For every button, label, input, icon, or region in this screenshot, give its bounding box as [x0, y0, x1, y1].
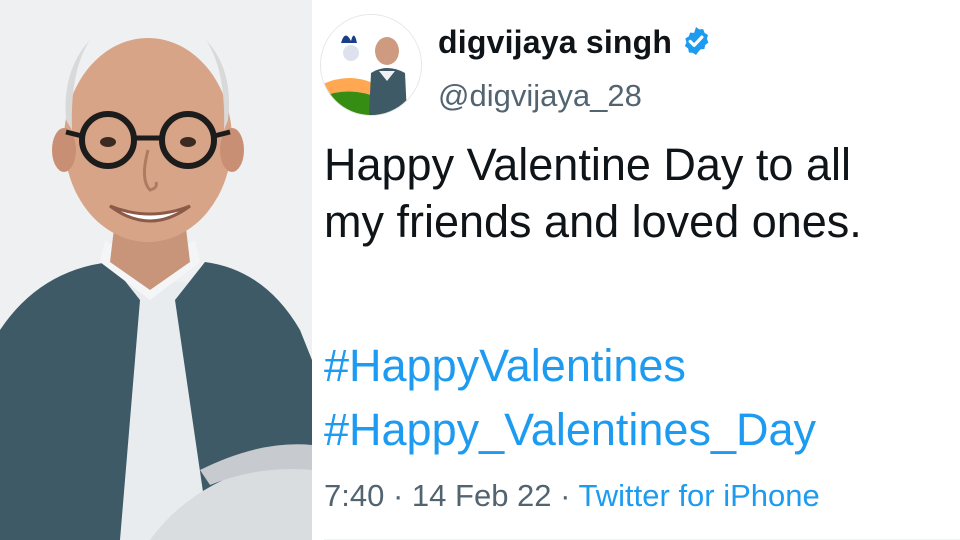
author-display-name[interactable]: digvijaya singh — [438, 24, 672, 60]
tweet-time[interactable]: 7:40 — [324, 478, 384, 513]
tweet-body: Happy Valentine Day to all my friends an… — [324, 136, 958, 250]
tweet-date[interactable]: 14 Feb 22 — [412, 478, 552, 513]
author-name[interactable]: digvijaya singh — [438, 24, 712, 61]
tweet-metadata: 7:40 · 14 Feb 22 · Twitter for iPhone — [324, 478, 820, 514]
tweet-text-line-2: my friends and loved ones. — [324, 196, 862, 247]
tweet-source-link[interactable]: Twitter for iPhone — [579, 478, 820, 513]
hashtag-link-happy-valentines-day[interactable]: #Happy_Valentines_Day — [324, 404, 816, 456]
portrait-photo — [0, 0, 312, 540]
hashtag-link-happyvalentines[interactable]: #HappyValentines — [324, 340, 686, 392]
person-portrait-icon — [0, 0, 312, 540]
meta-separator: · — [560, 478, 571, 513]
verified-badge-icon — [685, 27, 709, 55]
author-handle[interactable]: @digvijaya_28 — [438, 78, 642, 114]
tweet-text-line-1: Happy Valentine Day to all — [324, 139, 851, 190]
meta-separator: · — [392, 478, 404, 513]
avatar[interactable] — [320, 14, 422, 116]
avatar-portrait-icon — [321, 15, 421, 115]
tweet-card: digvijaya singh @digvijaya_28 Happy Vale… — [312, 0, 960, 540]
